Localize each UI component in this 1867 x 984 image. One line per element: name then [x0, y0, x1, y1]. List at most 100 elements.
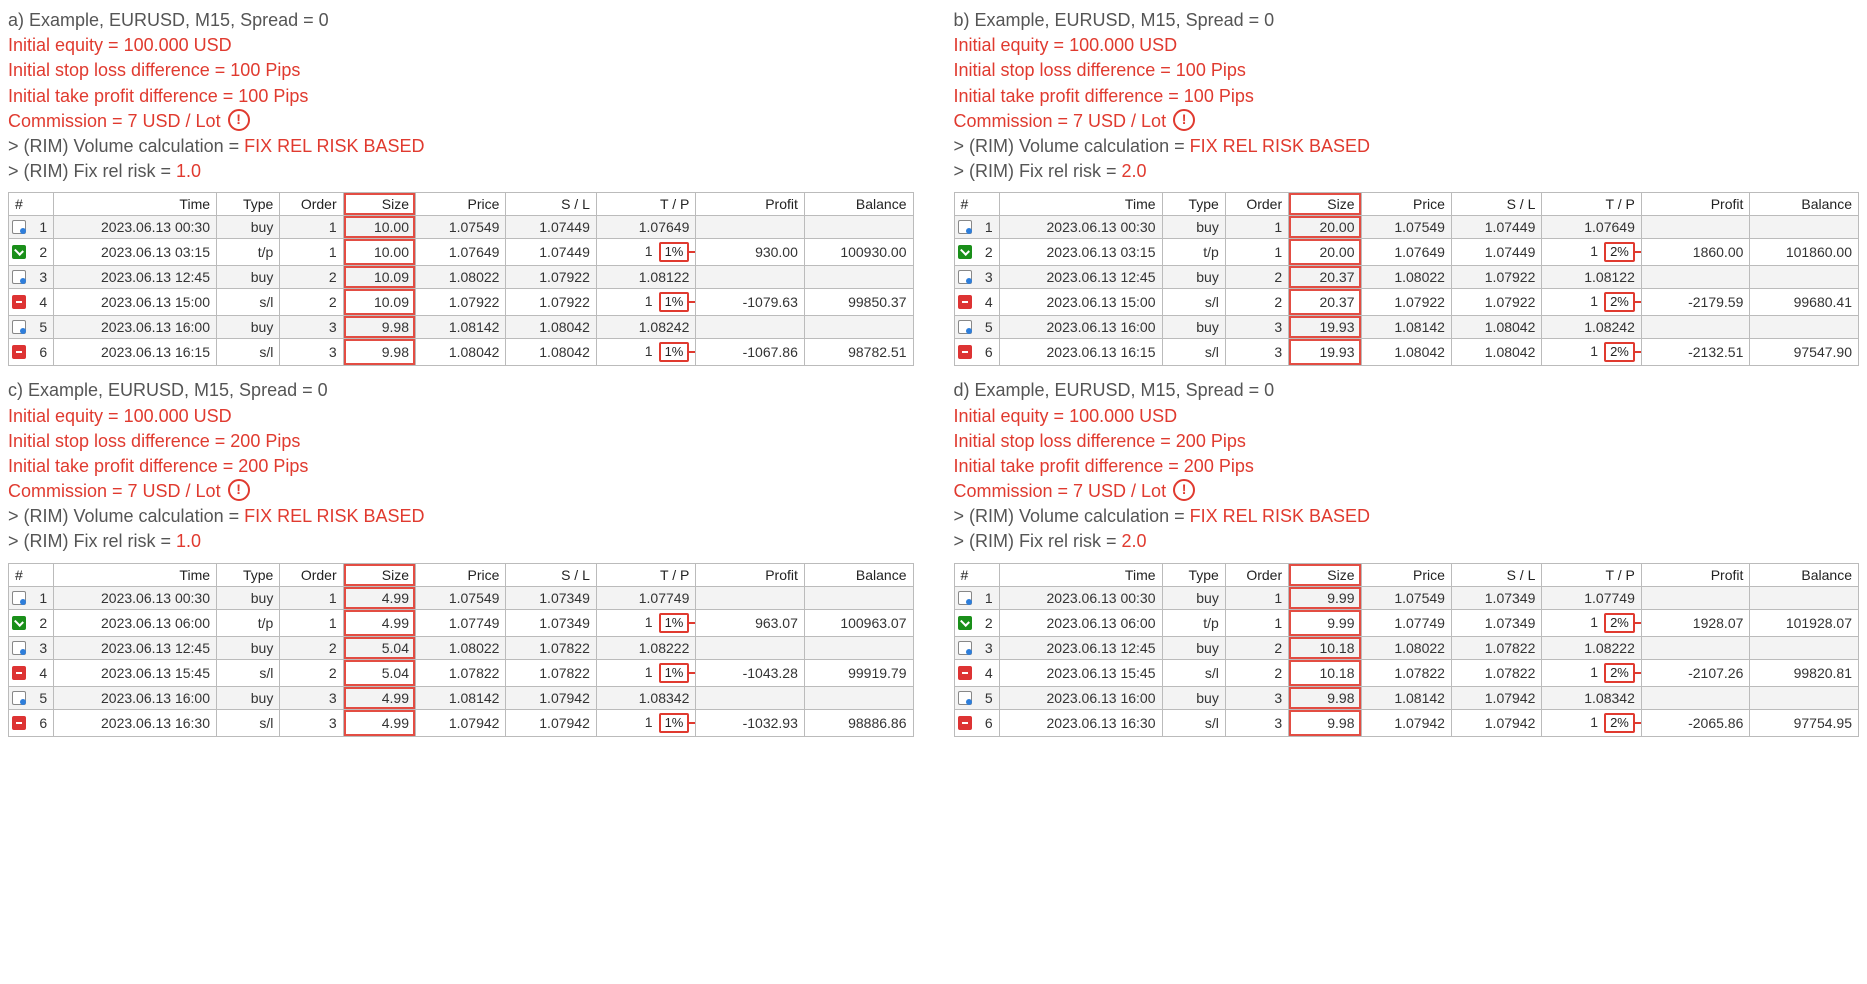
col-header: T / P — [1542, 563, 1641, 586]
buy-icon — [958, 320, 972, 334]
cell-profit — [696, 586, 805, 609]
cell-order: 3 — [280, 339, 343, 366]
cell-sl: 1.07822 — [1451, 636, 1541, 659]
cell-size: 10.00 — [343, 239, 415, 266]
cell-profit: 1860.00 — [1641, 239, 1750, 266]
table-row: 22023.06.13 06:00t/p19.991.077491.073491… — [954, 609, 1859, 636]
cell-tp: 1.08242 — [596, 316, 695, 339]
cell-type: buy — [217, 266, 280, 289]
sl-icon — [12, 345, 26, 359]
cell-time: 2023.06.13 16:00 — [54, 686, 217, 709]
cell-time: 2023.06.13 15:00 — [999, 289, 1162, 316]
cell-time: 2023.06.13 16:00 — [54, 316, 217, 339]
cell-order: 2 — [1225, 289, 1288, 316]
cell-order: 1 — [280, 216, 343, 239]
cell-size: 10.18 — [1289, 659, 1361, 686]
cell-balance — [804, 636, 913, 659]
fix-rel-risk-line: > (RIM) Fix rel risk = 1.0 — [8, 529, 914, 554]
cell-balance: 100930.00 — [804, 239, 913, 266]
pct-badge: 2% — [1604, 342, 1635, 362]
col-header: # — [954, 193, 999, 216]
col-header: Time — [54, 563, 217, 586]
buy-icon — [958, 220, 972, 234]
cell-size: 10.09 — [343, 289, 415, 316]
cell-size: 5.04 — [343, 636, 415, 659]
col-header: Time — [999, 193, 1162, 216]
cell-size: 10.09 — [343, 266, 415, 289]
col-header: # — [954, 563, 999, 586]
cell-order: 3 — [1225, 316, 1288, 339]
col-header: Profit — [696, 563, 805, 586]
pct-badge: 2% — [1604, 613, 1635, 633]
col-header: Balance — [804, 193, 913, 216]
cell-time: 2023.06.13 00:30 — [999, 216, 1162, 239]
table-row: 52023.06.13 16:00buy319.931.081421.08042… — [954, 316, 1859, 339]
row-index: 6 — [954, 339, 999, 366]
table-row: 52023.06.13 16:00buy39.981.081421.080421… — [9, 316, 914, 339]
table-row: 12023.06.13 00:30buy19.991.075491.073491… — [954, 586, 1859, 609]
table-row: 12023.06.13 00:30buy120.001.075491.07449… — [954, 216, 1859, 239]
volume-calc-line: > (RIM) Volume calculation = FIX REL RIS… — [954, 134, 1860, 159]
cell-balance: 99850.37 — [804, 289, 913, 316]
warning-icon — [228, 479, 250, 501]
cell-type: buy — [217, 316, 280, 339]
cell-price: 1.08142 — [416, 316, 506, 339]
cell-type: s/l — [217, 659, 280, 686]
sl-icon — [12, 716, 26, 730]
cell-size: 20.00 — [1289, 216, 1361, 239]
col-header: Price — [1361, 193, 1451, 216]
equity-line: Initial equity = 100.000 USD — [954, 404, 1860, 429]
cell-balance: 98782.51 — [804, 339, 913, 366]
cell-order: 2 — [1225, 266, 1288, 289]
equity-line: Initial equity = 100.000 USD — [954, 33, 1860, 58]
cell-price: 1.08042 — [1361, 339, 1451, 366]
cell-type: buy — [217, 586, 280, 609]
cell-size: 9.99 — [1289, 586, 1361, 609]
cell-sl: 1.07942 — [1451, 686, 1541, 709]
cell-type: buy — [217, 216, 280, 239]
cell-size: 19.93 — [1289, 339, 1361, 366]
col-header: Size — [343, 193, 415, 216]
row-index: 5 — [9, 316, 54, 339]
sl-icon — [958, 716, 972, 730]
panel-c: c) Example, EURUSD, M15, Spread = 0Initi… — [8, 378, 914, 736]
cell-time: 2023.06.13 00:30 — [54, 216, 217, 239]
row-index: 5 — [954, 316, 999, 339]
cell-type: buy — [1162, 586, 1225, 609]
commission-line: Commission = 7 USD / Lot — [8, 479, 914, 504]
cell-sl: 1.08042 — [506, 339, 596, 366]
cell-order: 3 — [280, 686, 343, 709]
cell-order: 1 — [1225, 216, 1288, 239]
cell-order: 1 — [1225, 239, 1288, 266]
row-index: 4 — [954, 289, 999, 316]
col-header: Type — [1162, 563, 1225, 586]
cell-sl: 1.07822 — [506, 636, 596, 659]
row-index: 3 — [954, 636, 999, 659]
cell-tp: 1.07749 — [596, 586, 695, 609]
cell-profit — [1641, 636, 1750, 659]
cell-profit — [696, 636, 805, 659]
cell-price: 1.07649 — [1361, 239, 1451, 266]
tp-icon — [12, 245, 26, 259]
cell-type: s/l — [1162, 659, 1225, 686]
cell-price: 1.07649 — [416, 239, 506, 266]
cell-type: s/l — [1162, 339, 1225, 366]
cell-price: 1.08022 — [416, 636, 506, 659]
buy-icon — [12, 270, 26, 284]
cell-size: 10.00 — [343, 216, 415, 239]
cell-sl: 1.08042 — [506, 316, 596, 339]
col-header: Profit — [696, 193, 805, 216]
cell-tp: 1.07649 — [596, 216, 695, 239]
cell-order: 1 — [1225, 586, 1288, 609]
cell-sl: 1.07942 — [1451, 709, 1541, 736]
cell-sl: 1.07922 — [506, 266, 596, 289]
cell-order: 2 — [1225, 636, 1288, 659]
cell-tp: 12% — [1542, 339, 1641, 366]
col-header: Order — [280, 193, 343, 216]
col-header: Type — [217, 563, 280, 586]
col-header: Time — [54, 193, 217, 216]
table-row: 62023.06.13 16:30s/l39.981.079421.079421… — [954, 709, 1859, 736]
cell-time: 2023.06.13 15:00 — [54, 289, 217, 316]
pct-badge: 2% — [1604, 292, 1635, 312]
cell-time: 2023.06.13 15:45 — [54, 659, 217, 686]
